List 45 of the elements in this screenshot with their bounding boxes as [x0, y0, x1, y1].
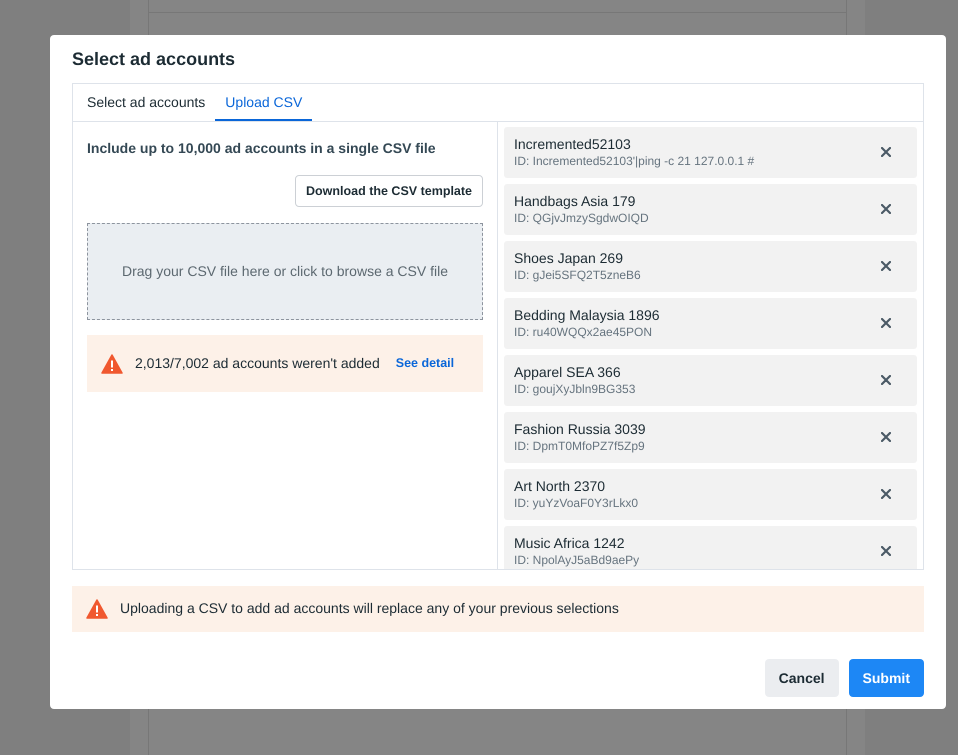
account-id: ID: NpolAyJ5aBd9aePy	[514, 552, 640, 568]
account-id: ID: DpmT0MfoPZ7f5Zp9	[514, 438, 646, 454]
warning-icon	[86, 598, 108, 619]
account-id: ID: yuYzVoaF0Y3rLkx0	[514, 496, 638, 512]
remove-button[interactable]	[879, 316, 893, 330]
close-icon	[881, 204, 891, 214]
error-message: 2,013/7,002 ad accounts weren't added	[135, 354, 380, 374]
account-id: ID: Incremented52103'|ping -c 21 127.0.0.1 #	[514, 154, 754, 170]
close-icon	[881, 318, 891, 328]
account-name: Shoes Japan 269	[514, 248, 624, 268]
close-icon	[881, 147, 891, 158]
remove-button[interactable]	[879, 487, 893, 502]
remove-button[interactable]	[879, 430, 893, 444]
see-detail-link[interactable]: See detail	[396, 354, 454, 374]
account-name: Handbags Asia 179	[514, 192, 636, 211]
dialog-title: Select ad accounts	[72, 49, 236, 71]
account-name: Fashion Russia 3039	[514, 420, 646, 439]
remove-button[interactable]	[879, 544, 893, 558]
account-name: Incremented52103	[514, 134, 632, 154]
close-icon	[881, 432, 891, 442]
warning-message: Uploading a CSV to add ad accounts will replace any of your previous selections	[120, 599, 619, 618]
warning-icon	[101, 354, 123, 374]
account-id: ID: goujXyJbln9BG353	[514, 382, 636, 398]
close-icon	[881, 375, 891, 386]
close-icon	[881, 261, 891, 272]
account-name: Art North 2370	[514, 476, 606, 496]
close-icon	[881, 546, 891, 556]
account-name: Music Africa 1242	[514, 534, 626, 553]
download-template-button[interactable]: Download the CSV template	[295, 174, 483, 208]
close-icon	[881, 489, 891, 500]
submit-button[interactable]: Submit	[848, 659, 924, 697]
remove-button[interactable]	[879, 373, 893, 388]
upload-heading: Include up to 10,000 ad accounts in a single CSV file	[87, 138, 437, 158]
account-id: ID: gJei5SFQ2T5zneB6	[514, 268, 641, 284]
remove-button[interactable]	[879, 145, 893, 160]
cancel-button[interactable]: Cancel	[764, 659, 839, 697]
account-id: ID: ru40WQQx2ae45PON	[514, 324, 654, 340]
tab[interactable]: Upload CSV	[215, 84, 312, 121]
account-id: ID: QGjvJmzySgdwOIQD	[514, 210, 649, 226]
tab[interactable]: Select ad accounts	[77, 84, 216, 121]
account-name: Apparel SEA 366	[514, 362, 622, 382]
remove-button[interactable]	[879, 202, 893, 216]
csv-dropzone[interactable]: Drag your CSV file here or click to browse a CSV file	[87, 223, 483, 320]
remove-button[interactable]	[879, 259, 893, 274]
account-name: Bedding Malaysia 1896	[514, 306, 660, 325]
